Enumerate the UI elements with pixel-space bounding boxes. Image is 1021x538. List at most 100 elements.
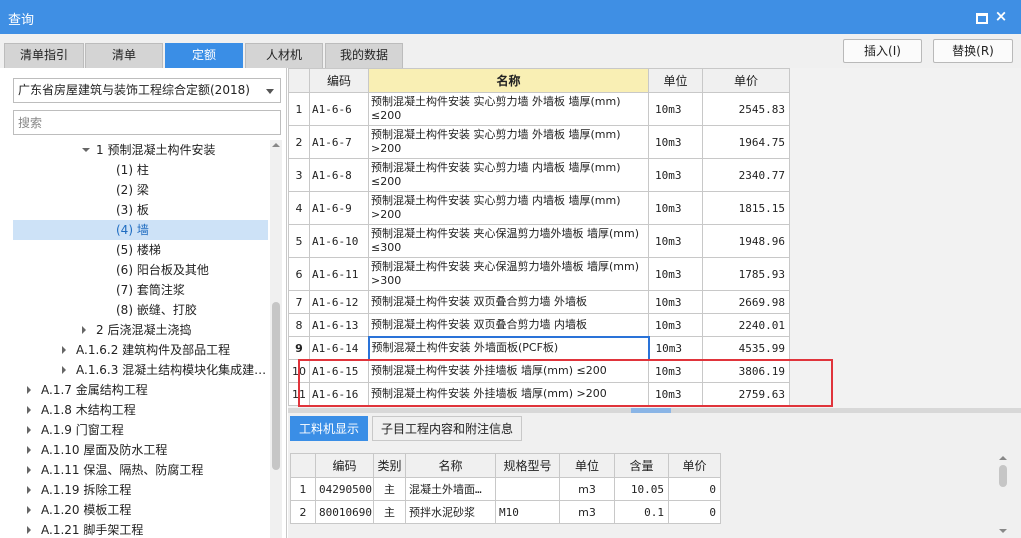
tree-node[interactable]: (6) 阳台板及其他 bbox=[13, 260, 268, 280]
scroll-down-icon[interactable] bbox=[999, 529, 1007, 533]
minimize-icon[interactable] bbox=[974, 9, 988, 24]
cell-unit[interactable]: 10m3 bbox=[648, 92, 703, 126]
tree-node[interactable]: A.1.11 保温、隔热、防腐工程 bbox=[13, 460, 268, 480]
cell-name[interactable]: 预制混凝土构件安装 外墙面板(PCF板) bbox=[367, 335, 650, 361]
cell-code[interactable]: A1-6-14 bbox=[309, 336, 369, 360]
row-index[interactable]: 3 bbox=[288, 158, 310, 192]
cell-code[interactable]: A1-6-7 bbox=[309, 125, 369, 159]
cell-price[interactable]: 1815.15 bbox=[702, 191, 790, 225]
cell-code[interactable]: A1-6-16 bbox=[309, 382, 369, 406]
cell-unit[interactable]: 10m3 bbox=[648, 224, 703, 258]
cell-name[interactable]: 预制混凝土构件安装 实心剪力墙 内墙板 墙厚(mm) ≤200 bbox=[368, 158, 649, 192]
cell-type[interactable]: 主 bbox=[373, 500, 406, 524]
row-index[interactable]: 10 bbox=[288, 359, 310, 383]
caret-right-icon[interactable] bbox=[27, 426, 31, 434]
cell-price[interactable]: 1785.93 bbox=[702, 257, 790, 291]
row-index[interactable]: 8 bbox=[288, 313, 310, 337]
table-row[interactable]: 11 A1-6-16 预制混凝土构件安装 外挂墙板 墙厚(mm) >200 10m3 2… bbox=[288, 382, 790, 406]
column-header-price[interactable]: 单价 bbox=[702, 68, 790, 93]
cell-price[interactable]: 1964.75 bbox=[702, 125, 790, 159]
cell-price[interactable]: 4535.99 bbox=[702, 336, 790, 360]
cell-name[interactable]: 预制混凝土构件安装 双页叠合剪力墙 内墙板 bbox=[368, 313, 649, 337]
table-row[interactable]: 5 A1-6-10 预制混凝土构件安装 夹心保温剪力墙外墙板 墙厚(mm) ≤300… bbox=[288, 224, 790, 258]
tree-node[interactable]: A.1.20 模板工程 bbox=[13, 500, 268, 520]
caret-right-icon[interactable] bbox=[27, 506, 31, 514]
column-header-unit[interactable]: 单位 bbox=[648, 68, 703, 93]
table-row[interactable]: 10 A1-6-15 预制混凝土构件安装 外挂墙板 墙厚(mm) ≤200 10m3 3… bbox=[288, 359, 790, 383]
column-header-code[interactable]: 编码 bbox=[309, 68, 369, 93]
tree-node[interactable]: A.1.7 金属结构工程 bbox=[13, 380, 268, 400]
table-row[interactable]: 8 A1-6-13 预制混凝土构件安装 双页叠合剪力墙 内墙板 10m3 2240.01 bbox=[288, 313, 790, 337]
tab-my-data[interactable]: 我的数据 bbox=[325, 43, 403, 68]
row-index[interactable]: 6 bbox=[288, 257, 310, 291]
table-row[interactable]: 2 A1-6-7 预制混凝土构件安装 实心剪力墙 外墙板 墙厚(mm) >200 10… bbox=[288, 125, 790, 159]
cell-code[interactable]: A1-6-8 bbox=[309, 158, 369, 192]
cell-code[interactable]: A1-6-9 bbox=[309, 191, 369, 225]
caret-right-icon[interactable] bbox=[27, 526, 31, 534]
tree-node[interactable]: A.1.21 脚手架工程 bbox=[13, 520, 268, 538]
cell-code[interactable]: A1-6-10 bbox=[309, 224, 369, 258]
caret-right-icon[interactable] bbox=[62, 366, 66, 374]
column-header-spec[interactable]: 规格型号 bbox=[495, 453, 560, 478]
caret-right-icon[interactable] bbox=[62, 346, 66, 354]
row-index[interactable]: 9 bbox=[288, 336, 310, 360]
tab-labor-material-display[interactable]: 工料机显示 bbox=[290, 416, 369, 441]
caret-right-icon[interactable] bbox=[27, 386, 31, 394]
tree-node[interactable]: A.1.10 屋面及防水工程 bbox=[13, 440, 268, 460]
resource-scrollbar[interactable] bbox=[997, 453, 1009, 538]
cell-unit[interactable]: 10m3 bbox=[648, 158, 703, 192]
table-row[interactable]: 1 A1-6-6 预制混凝土构件安装 实心剪力墙 外墙板 墙厚(mm) ≤200 10… bbox=[288, 92, 790, 126]
cell-spec[interactable]: M10 bbox=[495, 500, 560, 524]
cell-price[interactable]: 2340.77 bbox=[702, 158, 790, 192]
tab-labor-material[interactable]: 人材机 bbox=[245, 43, 323, 68]
tree-node[interactable]: A.1.9 门窗工程 bbox=[13, 420, 268, 440]
table-row[interactable]: 7 A1-6-12 预制混凝土构件安装 双页叠合剪力墙 外墙板 10m3 2669.98 bbox=[288, 290, 790, 314]
tab-list[interactable]: 清单 bbox=[85, 43, 163, 68]
cell-code[interactable]: 80010690 bbox=[315, 500, 374, 524]
tree-node[interactable]: 1 预制混凝土构件安装 bbox=[13, 140, 268, 160]
insert-button[interactable]: 插入(I) bbox=[843, 39, 922, 63]
column-header-type[interactable]: 类别 bbox=[373, 453, 406, 478]
cell-type[interactable]: 主 bbox=[373, 477, 406, 501]
tree-node[interactable]: 2 后浇混凝土浇捣 bbox=[13, 320, 268, 340]
caret-right-icon[interactable] bbox=[27, 486, 31, 494]
row-index[interactable]: 2 bbox=[290, 500, 316, 524]
cell-name[interactable]: 预制混凝土构件安装 实心剪力墙 外墙板 墙厚(mm) >200 bbox=[368, 125, 649, 159]
scroll-up-icon[interactable] bbox=[999, 456, 1007, 460]
row-index[interactable]: 7 bbox=[288, 290, 310, 314]
close-icon[interactable]: × bbox=[994, 9, 1008, 24]
tree-node[interactable]: A.1.6.2 建筑构件及部品工程 bbox=[13, 340, 268, 360]
cell-code[interactable]: A1-6-13 bbox=[309, 313, 369, 337]
search-input[interactable] bbox=[13, 110, 281, 135]
cell-name[interactable]: 预拌水泥砂浆 bbox=[405, 500, 496, 524]
cell-unit[interactable]: 10m3 bbox=[648, 382, 703, 406]
cell-unit[interactable]: 10m3 bbox=[648, 313, 703, 337]
cell-price[interactable]: 2669.98 bbox=[702, 290, 790, 314]
tree-node[interactable]: (1) 柱 bbox=[13, 160, 268, 180]
cell-price[interactable]: 3806.19 bbox=[702, 359, 790, 383]
cell-unit[interactable]: 10m3 bbox=[648, 290, 703, 314]
cell-name[interactable]: 预制混凝土构件安装 实心剪力墙 外墙板 墙厚(mm) ≤200 bbox=[368, 92, 649, 126]
cell-unit[interactable]: 10m3 bbox=[648, 257, 703, 291]
cell-name[interactable]: 预制混凝土构件安装 双页叠合剪力墙 外墙板 bbox=[368, 290, 649, 314]
row-index[interactable]: 1 bbox=[290, 477, 316, 501]
tree-scrollbar-thumb[interactable] bbox=[272, 302, 280, 470]
table-row[interactable]: 3 A1-6-8 预制混凝土构件安装 实心剪力墙 内墙板 墙厚(mm) ≤200 10… bbox=[288, 158, 790, 192]
cell-name[interactable]: 预制混凝土构件安装 外挂墙板 墙厚(mm) ≤200 bbox=[368, 359, 649, 383]
caret-down-icon[interactable] bbox=[82, 148, 90, 152]
tree-scrollbar[interactable] bbox=[270, 140, 282, 538]
caret-right-icon[interactable] bbox=[27, 406, 31, 414]
row-index[interactable]: 11 bbox=[288, 382, 310, 406]
cell-price[interactable]: 2759.63 bbox=[702, 382, 790, 406]
cell-name[interactable]: 混凝土外墙面… bbox=[405, 477, 496, 501]
library-select[interactable]: 广东省房屋建筑与装饰工程综合定额(2018) bbox=[13, 78, 281, 103]
row-index[interactable]: 2 bbox=[288, 125, 310, 159]
cell-name[interactable]: 预制混凝土构件安装 外挂墙板 墙厚(mm) >200 bbox=[368, 382, 649, 406]
row-index[interactable]: 4 bbox=[288, 191, 310, 225]
cell-unit[interactable]: 10m3 bbox=[648, 336, 703, 360]
row-index[interactable]: 1 bbox=[288, 92, 310, 126]
table-row[interactable]: 9 A1-6-14 预制混凝土构件安装 外墙面板(PCF板) 10m3 4535.99 bbox=[288, 335, 790, 361]
caret-right-icon[interactable] bbox=[82, 326, 86, 334]
cell-unit[interactable]: 10m3 bbox=[648, 125, 703, 159]
tab-work-content-notes[interactable]: 子目工程内容和附注信息 bbox=[372, 416, 523, 441]
